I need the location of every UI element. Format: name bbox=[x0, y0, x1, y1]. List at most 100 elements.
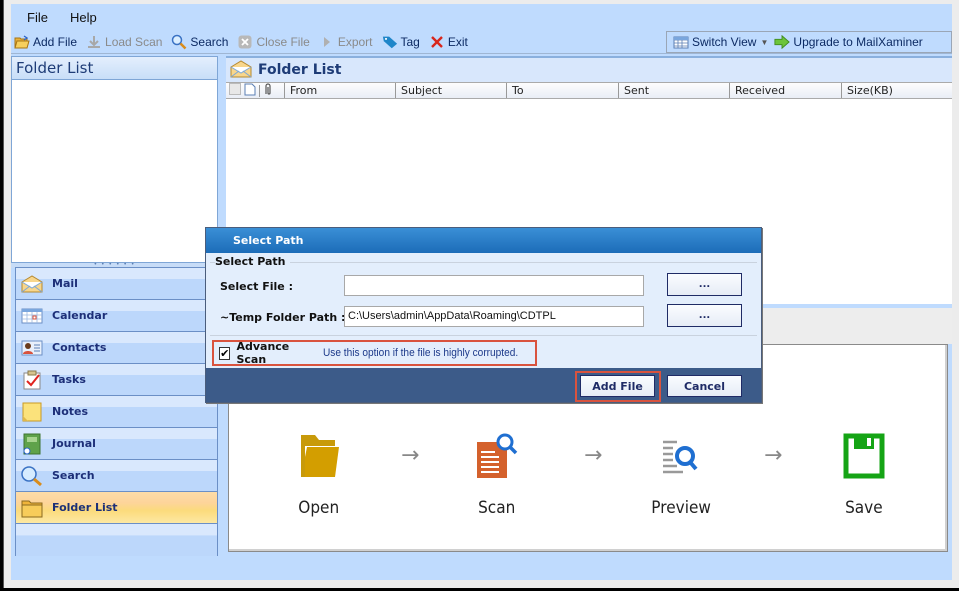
column-header-size[interactable]: Size(KB) bbox=[841, 83, 949, 98]
tag-label: Tag bbox=[400, 34, 420, 49]
nav-label-folder-list: Folder List bbox=[52, 501, 118, 514]
nav-item-tasks[interactable]: Tasks bbox=[16, 364, 217, 396]
load-scan-label: Load Scan bbox=[105, 34, 163, 49]
column-header-to[interactable]: To bbox=[506, 83, 618, 98]
select-all-checkbox-icon[interactable] bbox=[229, 83, 241, 98]
step-preview: Preview bbox=[631, 430, 731, 518]
upgrade-label: Upgrade to MailXaminer bbox=[793, 35, 923, 49]
close-file-icon bbox=[237, 34, 253, 50]
select-file-label: Select File : bbox=[220, 280, 293, 293]
envelope-icon bbox=[230, 59, 252, 81]
magnifier-icon bbox=[171, 34, 187, 50]
export-button[interactable]: Export bbox=[319, 34, 373, 50]
step-open-label: Open bbox=[298, 498, 340, 518]
close-file-label: Close File bbox=[256, 34, 310, 49]
arrow-right-icon: → bbox=[401, 443, 420, 468]
upgrade-button[interactable]: Upgrade to MailXaminer bbox=[774, 34, 923, 50]
right-panel-title: Folder List bbox=[258, 62, 342, 78]
select-file-input[interactable] bbox=[344, 275, 644, 296]
switch-view-label: Switch View bbox=[692, 35, 757, 49]
dialog-title[interactable]: Select Path bbox=[206, 228, 761, 253]
column-header-from[interactable]: From bbox=[284, 83, 395, 98]
open-folder-icon bbox=[269, 430, 369, 482]
search-button[interactable]: Search bbox=[171, 34, 228, 50]
x-icon bbox=[429, 34, 445, 50]
step-open: Open bbox=[269, 430, 369, 518]
grid-header: From Subject To Sent Received Size(KB) bbox=[226, 82, 952, 99]
folder-icon bbox=[20, 497, 44, 519]
save-icon bbox=[814, 430, 914, 482]
left-panel-title: Folder List bbox=[11, 56, 218, 80]
preview-icon bbox=[631, 430, 731, 482]
column-header-sent[interactable]: Sent bbox=[618, 83, 729, 98]
step-scan-label: Scan bbox=[478, 498, 516, 518]
browse-file-button[interactable]: ... bbox=[667, 273, 742, 296]
nav-item-search[interactable]: Search bbox=[16, 460, 217, 492]
export-label: Export bbox=[337, 34, 373, 49]
temp-folder-input[interactable]: C:\Users\admin\AppData\Roaming\CDTPL bbox=[344, 306, 644, 327]
search-icon bbox=[20, 465, 44, 487]
dialog-body: Select Path Select File : ... ~Temp Fold… bbox=[206, 253, 761, 368]
menu-help[interactable]: Help bbox=[70, 10, 97, 25]
checkmark-icon: ✔ bbox=[220, 346, 230, 360]
nav-label-tasks: Tasks bbox=[52, 373, 86, 386]
advance-scan-highlight: ✔ Advance Scan Use this option if the fi… bbox=[212, 340, 537, 366]
navigation-pane: Mail Calendar Contacts Tasks Notes Journ… bbox=[15, 267, 218, 556]
menu-file[interactable]: File bbox=[27, 10, 48, 25]
menu-bar: File Help bbox=[11, 4, 952, 30]
toolbar: Add File Load Scan Search Close File Exp… bbox=[11, 30, 952, 54]
nav-label-mail: Mail bbox=[52, 277, 78, 290]
notes-icon bbox=[20, 401, 44, 423]
add-file-button[interactable]: Add File bbox=[14, 34, 77, 50]
contacts-icon bbox=[20, 337, 44, 359]
nav-item-calendar[interactable]: Calendar bbox=[16, 300, 217, 332]
nav-item-journal[interactable]: Journal bbox=[16, 428, 217, 460]
dialog-cancel-button[interactable]: Cancel bbox=[667, 375, 742, 397]
grid-view-icon bbox=[673, 34, 689, 50]
nav-empty-slot bbox=[16, 524, 217, 556]
download-icon bbox=[86, 34, 102, 50]
arrow-right-icon: → bbox=[584, 443, 603, 468]
switch-view-button[interactable]: Switch View ▼ bbox=[673, 34, 774, 50]
dialog-add-file-button[interactable]: Add File bbox=[580, 375, 655, 397]
nav-label-contacts: Contacts bbox=[52, 341, 107, 354]
nav-label-search: Search bbox=[52, 469, 95, 482]
scan-document-icon bbox=[447, 430, 547, 482]
step-save-label: Save bbox=[845, 498, 883, 518]
nav-item-notes[interactable]: Notes bbox=[16, 396, 217, 428]
nav-item-folder-list[interactable]: Folder List bbox=[16, 492, 217, 524]
close-file-button[interactable]: Close File bbox=[237, 34, 310, 50]
group-label: Select Path bbox=[215, 255, 290, 268]
nav-label-journal: Journal bbox=[52, 437, 96, 450]
browse-temp-folder-button[interactable]: ... bbox=[667, 304, 742, 327]
column-header-received[interactable]: Received bbox=[729, 83, 841, 98]
step-save: Save bbox=[814, 430, 914, 518]
tasks-icon bbox=[20, 369, 44, 391]
nav-label-calendar: Calendar bbox=[52, 309, 108, 322]
journal-icon bbox=[20, 433, 44, 455]
column-header-subject[interactable]: Subject bbox=[395, 83, 506, 98]
load-scan-button[interactable]: Load Scan bbox=[86, 34, 162, 50]
select-path-dialog: Select Path Select Path Select File : ..… bbox=[205, 227, 762, 403]
nav-item-mail[interactable]: Mail bbox=[16, 268, 217, 300]
advance-scan-checkbox[interactable]: ✔ bbox=[219, 346, 231, 360]
group-divider bbox=[210, 262, 757, 263]
nav-item-contacts[interactable]: Contacts bbox=[16, 332, 217, 364]
dialog-divider bbox=[210, 335, 757, 336]
document-icon bbox=[244, 83, 256, 99]
attachment-icon bbox=[263, 82, 273, 99]
exit-label: Exit bbox=[447, 34, 468, 49]
temp-folder-label: ~Temp Folder Path : bbox=[220, 311, 346, 324]
exit-button[interactable]: Exit bbox=[429, 34, 468, 50]
chevron-down-icon[interactable]: ▼ bbox=[760, 38, 768, 47]
open-folder-icon bbox=[14, 34, 30, 50]
advance-scan-hint: Use this option if the file is highly co… bbox=[322, 347, 519, 359]
toolbar-right-group: Switch View ▼ Upgrade to MailXaminer bbox=[666, 31, 952, 53]
folder-tree[interactable] bbox=[11, 80, 218, 263]
step-preview-label: Preview bbox=[651, 498, 711, 518]
tag-button[interactable]: Tag bbox=[382, 34, 420, 50]
right-panel-header: Folder List bbox=[226, 56, 952, 82]
tag-icon bbox=[382, 34, 398, 50]
calendar-icon bbox=[20, 305, 44, 327]
grid-icon-columns bbox=[226, 82, 284, 99]
